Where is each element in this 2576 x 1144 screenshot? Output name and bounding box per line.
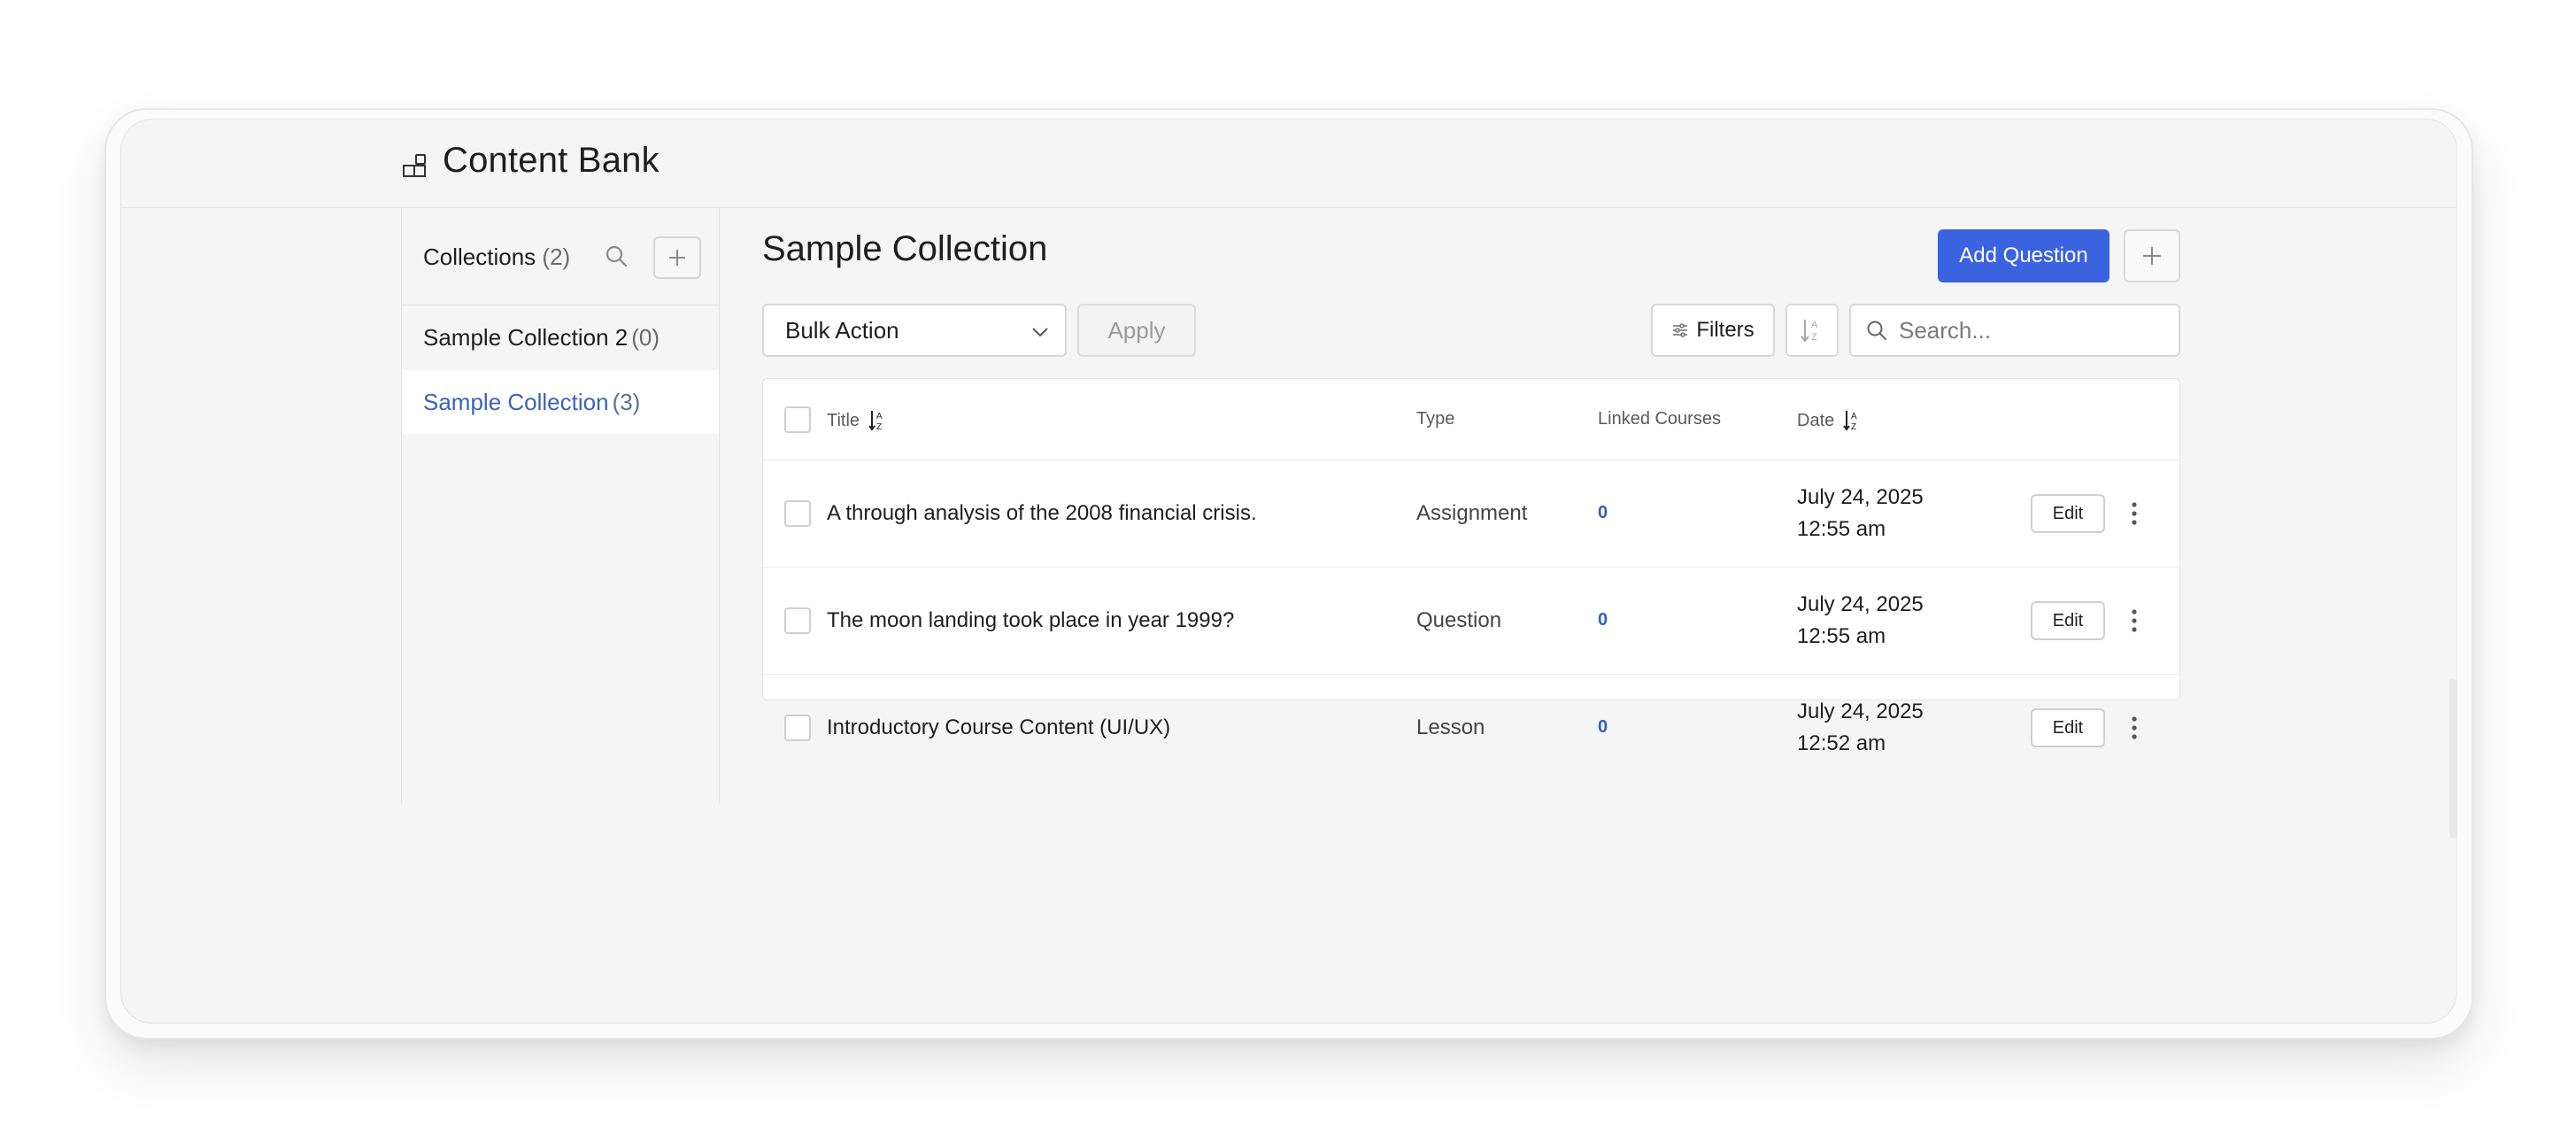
- row-title[interactable]: Introductory Course Content (UI/UX): [827, 715, 1170, 740]
- collections-sidebar: Collections (2) Sample Collection 2 (0): [401, 208, 720, 803]
- page-title: Content Bank: [443, 141, 659, 180]
- page-header: Content Bank: [121, 120, 2456, 208]
- collections-label: Collections: [423, 243, 536, 270]
- filter-sliders-icon: [1673, 323, 1688, 337]
- row-type: Question: [1416, 608, 1502, 632]
- svg-text:A: A: [1851, 412, 1857, 421]
- column-header-date[interactable]: Date A Z: [1797, 409, 1863, 433]
- row-linked-courses[interactable]: 0: [1598, 610, 1608, 630]
- row-date-time: 12:52 am: [1797, 731, 1886, 755]
- svg-text:Z: Z: [1811, 332, 1817, 343]
- filters-label: Filters: [1696, 318, 1755, 342]
- edit-button[interactable]: Edit: [2031, 708, 2105, 747]
- column-date-label: Date: [1797, 410, 1835, 430]
- collections-count: (2): [542, 243, 571, 270]
- chevron-down-icon: [1032, 328, 1048, 337]
- plus-icon: [2143, 247, 2161, 265]
- sort-button[interactable]: A Z: [1785, 304, 1839, 357]
- select-all-checkbox[interactable]: [784, 406, 811, 433]
- plus-icon: [669, 250, 685, 266]
- app-window: Content Bank Collections (2) Sample Coll…: [120, 119, 2457, 1024]
- scrollbar[interactable]: [2449, 679, 2456, 839]
- content-bank-icon: [403, 154, 426, 177]
- svg-text:Z: Z: [1851, 422, 1856, 432]
- edit-button[interactable]: Edit: [2031, 494, 2105, 533]
- search-input[interactable]: [1899, 316, 2156, 344]
- sort-az-icon: A Z: [1843, 411, 1857, 432]
- row-title[interactable]: A through analysis of the 2008 financial…: [827, 501, 1257, 526]
- table-row: A through analysis of the 2008 financial…: [763, 460, 2179, 568]
- sort-az-icon: A Z: [1801, 320, 1818, 343]
- app-window-frame: Content Bank Collections (2) Sample Coll…: [104, 108, 2473, 1040]
- add-content-button[interactable]: [2124, 229, 2180, 282]
- column-title-label: Title: [827, 410, 860, 430]
- more-options-icon[interactable]: [2128, 715, 2140, 741]
- add-collection-button[interactable]: [653, 236, 701, 279]
- bulk-action-select[interactable]: Bulk Action: [762, 304, 1067, 357]
- row-date-day: July 24, 2025: [1797, 700, 1924, 723]
- row-linked-courses[interactable]: 0: [1598, 717, 1608, 738]
- content-table: Title A Z Type Linked Courses Date A Z A…: [762, 378, 2180, 755]
- collection-title: Sample Collection: [762, 229, 1048, 268]
- add-question-button[interactable]: Add Question: [1938, 229, 2109, 282]
- svg-text:A: A: [876, 412, 883, 421]
- search-icon[interactable]: [604, 243, 630, 270]
- more-options-icon[interactable]: [2128, 500, 2140, 527]
- sidebar-item-label: Sample Collection: [423, 388, 609, 415]
- table-row: Introductory Course Content (UI/UX) Less…: [763, 675, 2179, 782]
- sidebar-header: Collections (2): [402, 208, 719, 305]
- row-date-day: July 24, 2025: [1797, 485, 1924, 509]
- apply-button[interactable]: Apply: [1077, 304, 1196, 357]
- sidebar-item-sample-collection[interactable]: Sample Collection (3): [402, 370, 719, 434]
- sidebar-item-count: (3): [612, 388, 641, 415]
- column-header-title[interactable]: Title A Z: [827, 409, 888, 433]
- row-type: Assignment: [1416, 501, 1528, 525]
- row-date-time: 12:55 am: [1797, 624, 1886, 648]
- sidebar-item-sample-collection-2[interactable]: Sample Collection 2 (0): [402, 305, 719, 369]
- sidebar-item-label: Sample Collection 2: [423, 323, 629, 351]
- row-checkbox[interactable]: [784, 607, 811, 634]
- bulk-action-value: Bulk Action: [785, 316, 899, 344]
- row-date: July 24, 2025 12:55 am: [1797, 589, 1924, 653]
- collections-heading: Collections (2): [423, 243, 570, 271]
- row-date-time: 12:55 am: [1797, 517, 1886, 541]
- row-linked-courses[interactable]: 0: [1598, 503, 1608, 523]
- row-date-day: July 24, 2025: [1797, 592, 1924, 616]
- column-header-type: Type: [1416, 409, 1455, 429]
- table-row: The moon landing took place in year 1999…: [763, 568, 2179, 675]
- search-field[interactable]: [1849, 304, 2180, 357]
- svg-text:Z: Z: [876, 422, 882, 432]
- sidebar-item-count: (0): [631, 323, 660, 351]
- row-date: July 24, 2025 12:55 am: [1797, 482, 1924, 545]
- row-checkbox[interactable]: [784, 715, 811, 741]
- filters-button[interactable]: Filters: [1651, 304, 1775, 357]
- sort-az-icon: A Z: [868, 411, 883, 432]
- row-date: July 24, 2025 12:52 am: [1797, 696, 1924, 760]
- edit-button[interactable]: Edit: [2031, 601, 2105, 640]
- row-title[interactable]: The moon landing took place in year 1999…: [827, 608, 1234, 633]
- row-checkbox[interactable]: [784, 500, 811, 527]
- table-header-row: Title A Z Type Linked Courses Date A Z: [763, 379, 2179, 460]
- more-options-icon[interactable]: [2128, 607, 2140, 634]
- column-header-linked-courses: Linked Courses: [1598, 409, 1721, 429]
- search-icon: [1867, 321, 1886, 340]
- svg-text:A: A: [1811, 320, 1818, 330]
- row-type: Lesson: [1416, 715, 1485, 739]
